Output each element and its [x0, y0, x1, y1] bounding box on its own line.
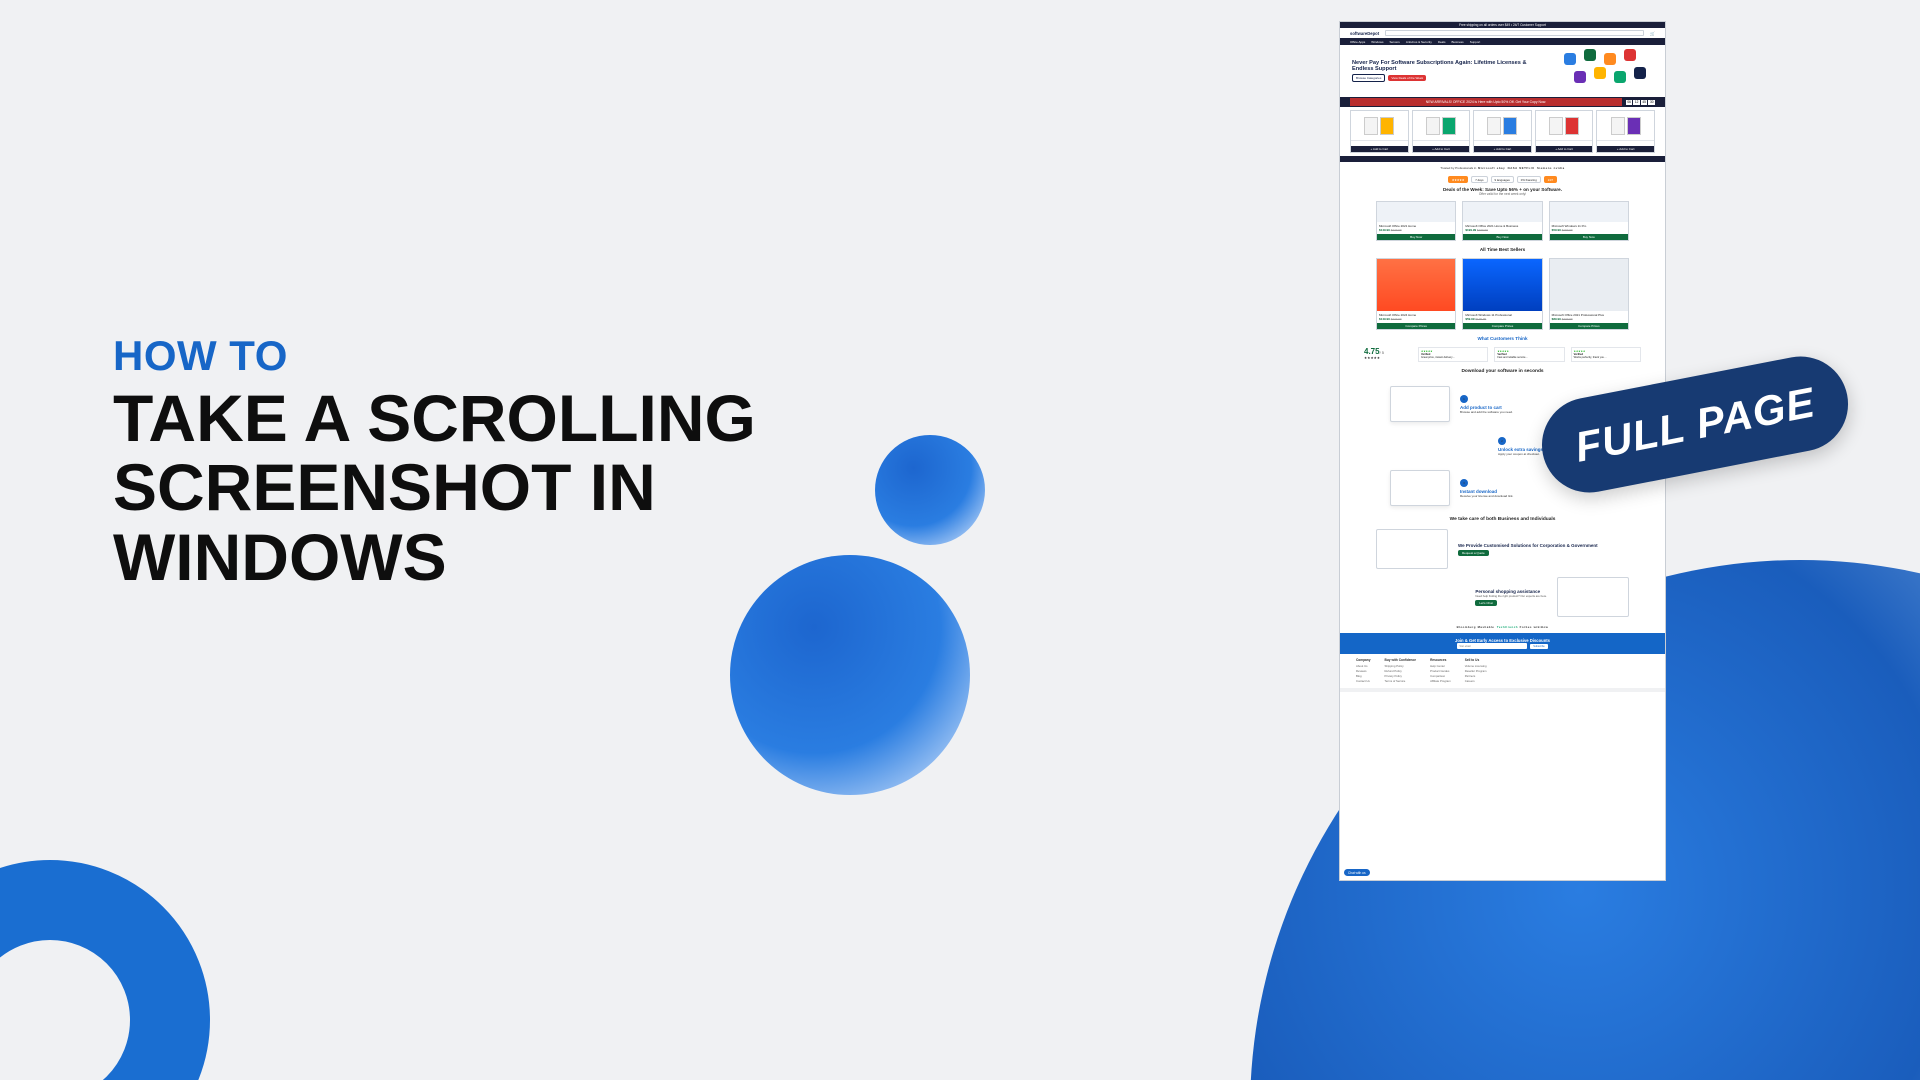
mock-nav-item: Antivirus & Security	[1406, 40, 1432, 44]
mock-footer: CompanyAbout UsReviewsBlogContact Us Buy…	[1340, 654, 1665, 688]
decorative-blob-small	[875, 435, 985, 545]
mock-deal-card: Microsoft Office 2021 Home & Business$19…	[1462, 201, 1542, 241]
mock-chip: ★★★★★	[1448, 176, 1469, 183]
mock-newsletter: Join & Get Early Access to Exclusive Dis…	[1340, 633, 1665, 654]
mock-featured-card: + Add to Cart	[1535, 110, 1594, 153]
mock-rating-summary: 4.75/ 5 ★★★★★	[1364, 347, 1412, 362]
mock-subscribe-btn: Subscribe	[1530, 644, 1548, 649]
mock-reviews-row: 4.75/ 5 ★★★★★ ★★★★★VerifiedGreat price, …	[1340, 344, 1665, 365]
mock-deal-card: Microsoft Office 2021 Home$149.99 $249.9…	[1376, 201, 1456, 241]
mock-chip: 0% financing	[1517, 176, 1541, 183]
mock-cart-icon: 🛒	[1650, 31, 1655, 36]
mock-feature-chips: ★★★★★ 7 days 9 languages 0% financing 24…	[1340, 174, 1665, 185]
mock-best-card: Microsoft Windows 11 Professional$59.99 …	[1462, 258, 1542, 330]
mock-best-card: Microsoft Office 2021 Professional Plus$…	[1549, 258, 1629, 330]
mock-logo: softwareDepot	[1350, 31, 1379, 36]
mock-hero: Never Pay For Software Subscriptions Aga…	[1340, 45, 1665, 97]
mock-deal-card: Microsoft Windows 11 Pro$59.99 $199.99Bu…	[1549, 201, 1629, 241]
mock-reviews-title: What Customers Think	[1477, 336, 1527, 341]
mock-nav-item: Business	[1452, 40, 1464, 44]
headline-title-line1: TAKE A SCROLLING	[113, 381, 756, 455]
mock-hero-title: Never Pay For Software Subscriptions Aga…	[1352, 60, 1548, 72]
mock-promo-text: NEW ARRIVALS! OFFICE 2024 is Here with U…	[1350, 98, 1622, 106]
mock-footer-col: CompanyAbout UsReviewsBlogContact Us	[1356, 658, 1371, 684]
mock-footer-col: Buy with ConfidenceShipping PolicyRefund…	[1385, 658, 1417, 684]
mock-deals-row: Microsoft Office 2021 Home$149.99 $249.9…	[1340, 198, 1665, 244]
mock-footer-col: Sell to UsVolume LicensingReseller Progr…	[1465, 658, 1487, 684]
mock-hero-app-logos	[1558, 49, 1653, 93]
mock-nav-item: Support	[1470, 40, 1481, 44]
mock-deals-header: Deals of the Week: Save Upto 56% + on yo…	[1340, 185, 1665, 198]
mock-download-title: Download your software in seconds	[1461, 369, 1543, 374]
mock-hero-btn-browse: Browse Categories	[1352, 74, 1385, 82]
mock-chip: 7 days	[1471, 176, 1487, 183]
mock-trusted-by: Trusted by Professionals in Microsoft eb…	[1340, 162, 1665, 174]
mock-chip: 9 languages	[1491, 176, 1514, 183]
mock-chip: 24/7	[1544, 176, 1557, 183]
mock-featured-card: + Add to Cart	[1596, 110, 1655, 153]
mock-hero-btn-deals: View Deals of the Week	[1388, 75, 1426, 81]
mock-featured-row: + Add to Cart + Add to Cart + Add to Car…	[1340, 107, 1665, 156]
headline-title-line2: SCREENSHOT IN WINDOWS	[113, 450, 656, 593]
mock-biz1: We Provide Customised Solutions for Corp…	[1340, 525, 1665, 573]
mock-chat-fab: Chat with us	[1344, 869, 1370, 876]
headline-title: TAKE A SCROLLING SCREENSHOT IN WINDOWS	[113, 384, 873, 592]
mock-countdown-h: 12	[1633, 100, 1640, 105]
mock-countdown-d: 06	[1626, 100, 1633, 105]
mock-review: ★★★★★VerifiedWorks perfectly, thank you…	[1571, 347, 1641, 362]
mock-review: ★★★★★VerifiedGreat price, instant delive…	[1418, 347, 1488, 362]
mock-nav-item: Deals	[1438, 40, 1446, 44]
mock-review: ★★★★★VerifiedFast and reliable service…	[1494, 347, 1564, 362]
mock-featured-card: + Add to Cart	[1350, 110, 1409, 153]
mock-countdown-m: 45	[1641, 100, 1648, 105]
headline-block: HOW TO TAKE A SCROLLING SCREENSHOT IN WI…	[113, 332, 873, 592]
decorative-ring	[0, 860, 210, 1080]
mock-search	[1385, 30, 1644, 36]
mock-press-row: Bloomberg Mashable TechCrunch Forbes wik…	[1340, 621, 1665, 633]
mock-footer-col: ResourcesHelp CenterProduct GuidesCompar…	[1430, 658, 1451, 684]
mock-nav-item: Office Apps	[1350, 40, 1365, 44]
mock-countdown-s: 30	[1648, 100, 1655, 105]
mock-nav: Office Apps Windows Servers Antivirus & …	[1340, 38, 1665, 45]
mock-nav-item: Servers	[1389, 40, 1399, 44]
mock-biz-title: We take care of both Business and Indivi…	[1450, 517, 1556, 522]
mock-email-input	[1457, 643, 1527, 649]
mock-biz2: Personal shopping assistanceNeed help fi…	[1340, 573, 1665, 621]
mock-best-title: All Time Best Sellers	[1480, 247, 1525, 252]
mock-header: softwareDepot 🛒	[1340, 28, 1665, 38]
mock-nav-item: Windows	[1371, 40, 1383, 44]
mock-promo-strip: NEW ARRIVALS! OFFICE 2024 is Here with U…	[1340, 97, 1665, 107]
mock-best-card: Microsoft Office 2024 Home$149.99 $249.9…	[1376, 258, 1456, 330]
mock-featured-card: + Add to Cart	[1412, 110, 1471, 153]
mock-featured-card: + Add to Cart	[1473, 110, 1532, 153]
mock-best-row: Microsoft Office 2024 Home$149.99 $249.9…	[1340, 255, 1665, 333]
headline-kicker: HOW TO	[113, 332, 873, 380]
